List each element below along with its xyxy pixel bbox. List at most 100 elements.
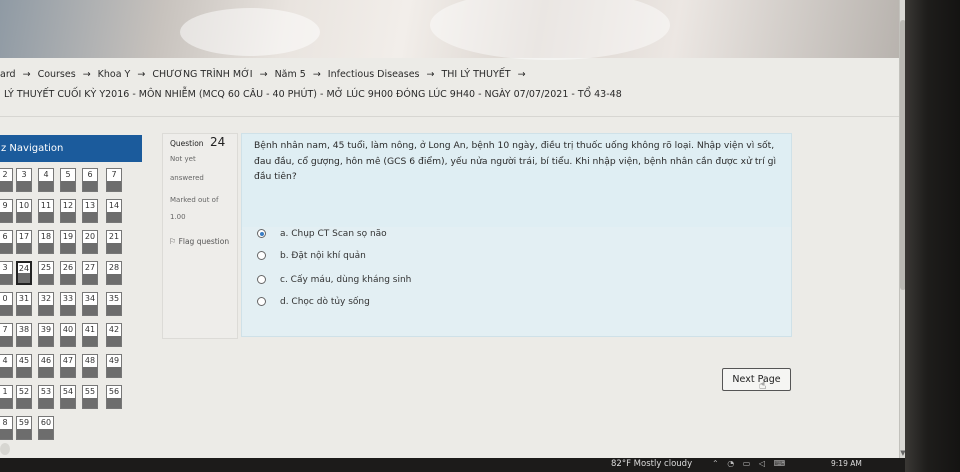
question-nav-button-3[interactable]: 3	[16, 168, 32, 192]
answered-indicator	[61, 336, 75, 346]
answered-indicator	[39, 274, 53, 284]
answer-option-label: d. Chọc dò tủy sống	[280, 297, 370, 307]
question-nav-button-12[interactable]: 12	[60, 199, 76, 223]
question-nav-button-33[interactable]: 33	[60, 292, 76, 316]
weather-widget[interactable]: 82°F Mostly cloudy	[611, 459, 692, 469]
question-nav-button-40[interactable]: 40	[60, 323, 76, 347]
question-nav-number: 27	[84, 263, 96, 272]
question-nav-button-59[interactable]: 59	[16, 416, 32, 440]
question-nav-button-4[interactable]: 4	[38, 168, 54, 192]
question-nav-button-7[interactable]: 7	[0, 323, 13, 347]
question-nav-button-5[interactable]: 5	[60, 168, 76, 192]
question-nav-button-46[interactable]: 46	[38, 354, 54, 378]
question-nav-button-13[interactable]: 13	[82, 199, 98, 223]
answered-indicator	[61, 367, 75, 377]
question-nav-button-34[interactable]: 34	[82, 292, 98, 316]
answered-indicator	[61, 181, 75, 191]
question-nav-button-35[interactable]: 35	[106, 292, 122, 316]
question-nav-button-53[interactable]: 53	[38, 385, 54, 409]
question-nav-button-2[interactable]: 2	[0, 168, 13, 192]
question-nav-button-6[interactable]: 6	[82, 168, 98, 192]
browser-viewport: ard → Courses → Khoa Y → CHƯƠNG TRÌNH MỚI → Năm …	[0, 0, 905, 472]
answered-indicator	[83, 305, 97, 315]
question-nav-button-3[interactable]: 3	[0, 261, 13, 285]
breadcrumb-item-course[interactable]: Infectious Diseases	[328, 69, 420, 80]
question-nav-button-26[interactable]: 26	[60, 261, 76, 285]
question-nav-number: 26	[62, 263, 74, 272]
answer-option-d[interactable]: d. Chọc dò tủy sống	[257, 297, 370, 307]
question-nav-button-60[interactable]: 60	[38, 416, 54, 440]
question-nav-button-8[interactable]: 8	[0, 416, 13, 440]
radio-button[interactable]	[257, 275, 266, 284]
question-nav-button-6[interactable]: 6	[0, 230, 13, 254]
taskbar-clock[interactable]: 9:19 AM	[831, 459, 862, 468]
question-nav-button-17[interactable]: 17	[16, 230, 32, 254]
breadcrumb-item-dashboard[interactable]: ard	[0, 69, 16, 80]
flag-question-button[interactable]: ⚐ Flag question	[169, 237, 229, 246]
question-nav-button-10[interactable]: 10	[16, 199, 32, 223]
breadcrumb-item-exam[interactable]: THI LÝ THUYẾT	[441, 69, 510, 80]
question-nav-button-24[interactable]: 24	[16, 261, 32, 285]
question-nav-button-21[interactable]: 21	[106, 230, 122, 254]
question-nav-button-20[interactable]: 20	[82, 230, 98, 254]
question-nav-button-19[interactable]: 19	[60, 230, 76, 254]
question-nav-button-27[interactable]: 27	[82, 261, 98, 285]
mouse-cursor-icon: ☝	[759, 378, 767, 392]
start-button-icon[interactable]	[0, 443, 10, 455]
answer-option-a[interactable]: a. Chụp CT Scan sọ não	[257, 229, 387, 239]
question-nav-button-18[interactable]: 18	[38, 230, 54, 254]
question-nav-button-48[interactable]: 48	[82, 354, 98, 378]
answered-indicator	[0, 305, 12, 315]
question-nav-button-49[interactable]: 49	[106, 354, 122, 378]
answered-indicator	[17, 336, 31, 346]
question-nav-button-9[interactable]: 9	[0, 199, 13, 223]
question-nav-button-4[interactable]: 4	[0, 354, 13, 378]
question-nav-button-7[interactable]: 7	[106, 168, 122, 192]
question-nav-button-38[interactable]: 38	[16, 323, 32, 347]
breadcrumb-item-year[interactable]: Năm 5	[275, 69, 306, 80]
breadcrumb-item-courses[interactable]: Courses	[38, 69, 76, 80]
question-nav-number: 42	[108, 325, 120, 334]
question-nav-button-54[interactable]: 54	[60, 385, 76, 409]
question-nav-number: 1	[2, 387, 8, 396]
answered-indicator	[0, 336, 12, 346]
answered-indicator	[0, 367, 12, 377]
radio-button[interactable]	[257, 251, 266, 260]
answered-indicator	[0, 429, 12, 439]
system-tray-icons[interactable]: ⌃ ◔ ▭ ◁ ⌨	[712, 459, 788, 468]
answered-indicator	[39, 336, 53, 346]
question-nav-button-47[interactable]: 47	[60, 354, 76, 378]
breadcrumb-item-khoa-y[interactable]: Khoa Y	[98, 69, 131, 80]
question-nav-button-25[interactable]: 25	[38, 261, 54, 285]
question-nav-button-1[interactable]: 1	[0, 385, 13, 409]
answered-indicator	[17, 367, 31, 377]
question-nav-button-31[interactable]: 31	[16, 292, 32, 316]
answer-option-b[interactable]: b. Đặt nội khí quản	[257, 251, 366, 261]
question-nav-button-45[interactable]: 45	[16, 354, 32, 378]
radio-button-selected[interactable]	[257, 229, 266, 238]
question-nav-button-41[interactable]: 41	[82, 323, 98, 347]
question-nav-number: 41	[84, 325, 96, 334]
answered-indicator	[107, 212, 121, 222]
question-nav-number: 45	[18, 356, 30, 365]
answered-indicator	[17, 398, 31, 408]
answered-indicator	[61, 243, 75, 253]
question-nav-button-14[interactable]: 14	[106, 199, 122, 223]
monitor-bezel	[905, 0, 960, 472]
breadcrumb-item-program[interactable]: CHƯƠNG TRÌNH MỚI	[152, 69, 252, 80]
question-nav-button-11[interactable]: 11	[38, 199, 54, 223]
question-nav-button-39[interactable]: 39	[38, 323, 54, 347]
answered-indicator	[39, 429, 53, 439]
question-nav-button-28[interactable]: 28	[106, 261, 122, 285]
question-nav-button-32[interactable]: 32	[38, 292, 54, 316]
next-page-button[interactable]: Next Page	[722, 368, 791, 391]
question-nav-button-55[interactable]: 55	[82, 385, 98, 409]
question-nav-button-56[interactable]: 56	[106, 385, 122, 409]
question-nav-number: 59	[18, 418, 30, 427]
question-nav-button-0[interactable]: 0	[0, 292, 13, 316]
question-nav-button-42[interactable]: 42	[106, 323, 122, 347]
breadcrumb-separator: →	[82, 69, 91, 80]
answer-option-c[interactable]: c. Cấy máu, dùng kháng sinh	[257, 275, 411, 285]
question-nav-button-52[interactable]: 52	[16, 385, 32, 409]
radio-button[interactable]	[257, 297, 266, 306]
